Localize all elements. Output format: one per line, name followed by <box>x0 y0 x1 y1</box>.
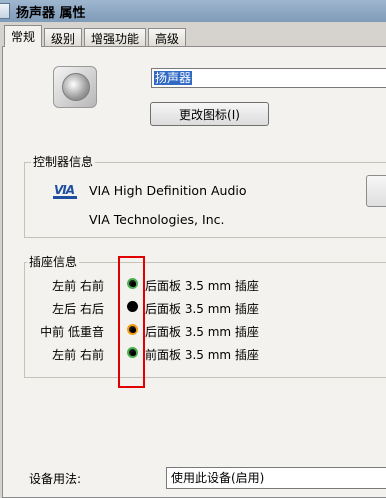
device-usage-label: 设备用法: <box>29 472 82 486</box>
controller-vendor: VIA Technologies, Inc. <box>89 212 225 227</box>
device-name-value: 扬声器 <box>154 71 193 85</box>
jack-channels: 左后 右后 <box>52 302 104 316</box>
jack-description: 后面板 3.5 mm 插座 <box>145 279 259 293</box>
tab-levels[interactable]: 级别 <box>44 28 83 47</box>
change-icon-button[interactable]: 更改图标(I) <box>150 102 269 126</box>
jack-row: 左前 右前 前面板 3.5 mm 插座 <box>20 345 280 363</box>
jack-highlight-box <box>118 256 145 388</box>
jack-row: 左后 右后 后面板 3.5 mm 插座 <box>20 299 280 317</box>
tab-general[interactable]: 常规 <box>4 25 43 47</box>
jack-channels: 左前 右前 <box>52 279 104 293</box>
title-bar: 扬声器 属性 <box>0 0 386 22</box>
tab-enhancements[interactable]: 增强功能 <box>84 28 147 47</box>
jack-description: 后面板 3.5 mm 插座 <box>145 325 259 339</box>
window-title: 扬声器 属性 <box>16 5 86 21</box>
speaker-cone <box>62 73 90 101</box>
jack-row: 中前 低重音 后面板 3.5 mm 插座 <box>20 322 280 340</box>
via-logo-bar <box>53 196 77 199</box>
via-logo-icon: VIA <box>51 184 79 200</box>
jack-description: 前面板 3.5 mm 插座 <box>145 348 259 362</box>
jack-description: 后面板 3.5 mm 插座 <box>145 302 259 316</box>
tab-advanced[interactable]: 高级 <box>148 28 187 47</box>
jack-row: 左前 右前 后面板 3.5 mm 插座 <box>20 276 280 294</box>
controller-properties-button[interactable] <box>366 175 386 207</box>
controller-info-label: 控制器信息 <box>31 155 96 169</box>
controller-name: VIA High Definition Audio <box>89 183 247 198</box>
jack-channels: 左前 右前 <box>52 348 104 362</box>
speaker-device-icon <box>53 66 97 108</box>
jack-info-label: 插座信息 <box>27 255 80 269</box>
tab-strip: 常规 级别 增强功能 高级 <box>4 25 188 47</box>
speaker-window-icon <box>0 3 10 19</box>
jack-channels: 中前 低重音 <box>40 325 104 339</box>
device-name-field[interactable]: 扬声器 <box>151 68 386 88</box>
